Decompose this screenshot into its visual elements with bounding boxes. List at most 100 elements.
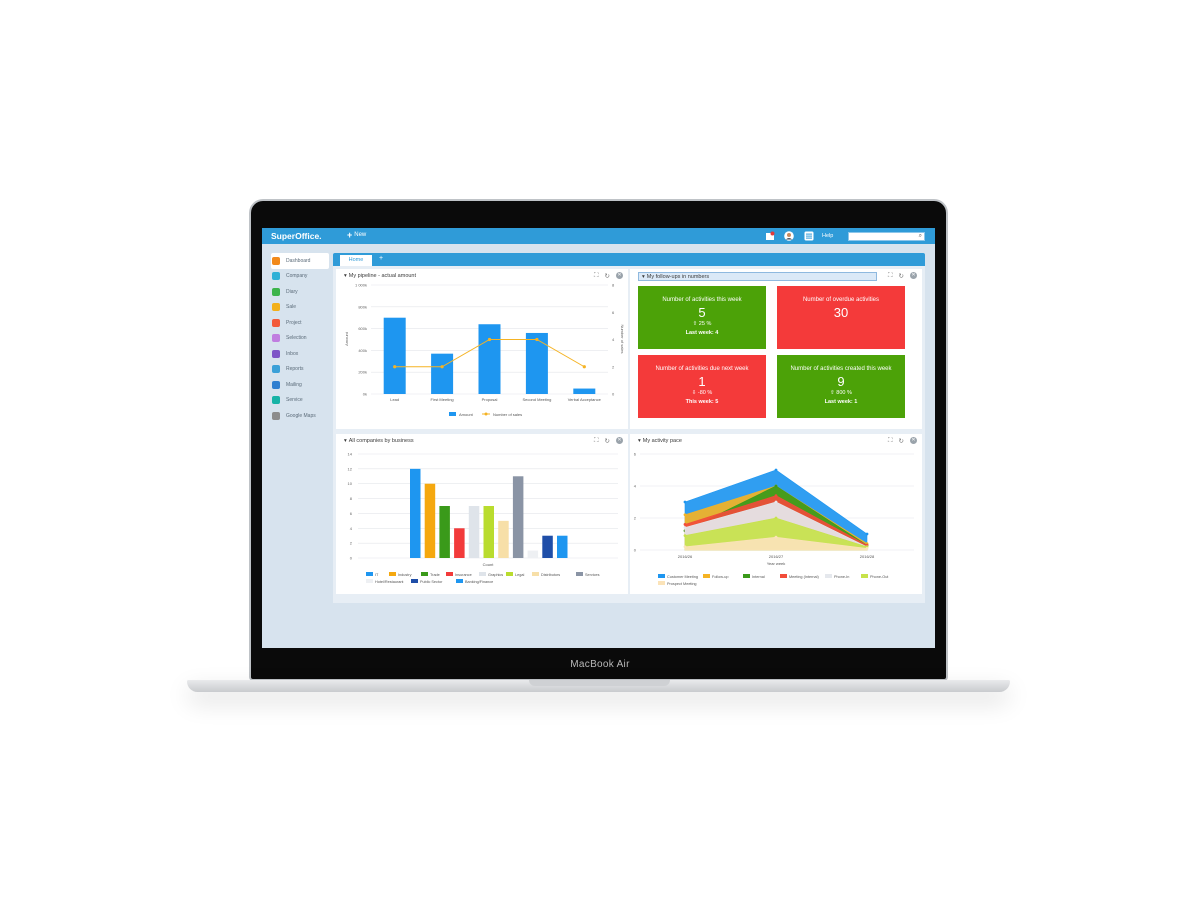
sidebar-item-company[interactable]: Company (271, 269, 329, 285)
kpi-change: ⇩ -80 % (691, 390, 713, 396)
legend-swatch (411, 579, 418, 583)
bar (542, 535, 553, 558)
avatar[interactable] (784, 231, 794, 241)
kpi-value: 5 (698, 305, 706, 320)
legend-label: Graphics (488, 573, 503, 577)
legend-label: Distributors (541, 573, 560, 577)
y-tick-label: 400k (358, 348, 367, 353)
kpi-tile[interactable]: Number of overdue activities 30 (777, 286, 905, 349)
sidebar-item-label: Reports (286, 366, 304, 373)
sidebar-item-label: Google Maps (286, 412, 316, 419)
tab-home[interactable]: Home (340, 255, 372, 266)
x-tick-label: 2016/26 (678, 554, 693, 559)
y-tick-label: 0 (350, 556, 353, 561)
tab-strip: Home + (333, 253, 925, 266)
expand-icon[interactable]: ⛶ (888, 272, 893, 280)
pipeline-chart: 0k 200k 400k 600k 800k 1 000k 0 2 4 6 8 Amount Numbe… (344, 283, 625, 418)
screen: SuperOffice. + New Help ⌕ Dashboard Compa… (262, 228, 935, 648)
bar (410, 468, 421, 558)
legend-swatch (532, 572, 539, 576)
y-tick-label: 2 (350, 541, 353, 546)
sidebar-item-google-maps[interactable]: Google Maps (271, 408, 329, 424)
app-logo[interactable]: SuperOffice. (271, 231, 322, 241)
kpi-title: Number of activities created this week (790, 366, 892, 372)
search-input[interactable]: ⌕ (848, 232, 925, 241)
legend-swatch (456, 579, 463, 583)
bar (431, 353, 454, 394)
area-point (683, 534, 687, 537)
bar (424, 483, 436, 558)
x-tick-label: 2016/27 (769, 554, 784, 559)
project-icon (272, 318, 280, 327)
panel-tools: ⛶ ↻ ✕ (888, 272, 917, 280)
y-tick-label: 2 (634, 516, 637, 521)
kpi-change: ⇧ 25 % (692, 321, 712, 327)
sidebar-item-sale[interactable]: Sale (271, 300, 329, 316)
sidebar-item-reports[interactable]: Reports (271, 362, 329, 378)
legend-swatch (389, 572, 396, 576)
kpi-value: 9 (837, 374, 845, 389)
x-tick-label: Lead (390, 397, 399, 402)
panel-title-text: My follow-ups in numbers (646, 273, 710, 280)
companies-chart: 0 2 4 6 8 10 12 14 Count IT Industry Trade Insurance… (348, 452, 618, 584)
sidebar-item-mailing[interactable]: Mailing (271, 377, 329, 393)
y2-axis-label: Number of sales (620, 324, 625, 353)
new-button[interactable]: + New (347, 230, 366, 240)
notifications-icon[interactable] (765, 231, 775, 241)
followups-panel-title[interactable]: ▾ My follow-ups in numbers (638, 272, 877, 281)
diary-icon (272, 287, 280, 296)
sale-icon (272, 303, 280, 312)
y-axis-label: Amount (344, 331, 349, 346)
y2-tick-label: 8 (612, 283, 615, 288)
y-tick-label: 6 (634, 452, 637, 457)
legend-label: Internal (752, 575, 765, 579)
menu-icon[interactable] (804, 231, 814, 241)
refresh-icon[interactable]: ↻ (899, 272, 904, 280)
plus-icon: + (347, 230, 353, 240)
bar (557, 535, 568, 558)
x-axis-label: Year week (767, 561, 786, 566)
close-icon[interactable]: ✕ (910, 272, 917, 279)
x-axis-label: Count (483, 562, 495, 567)
y-tick-label: 10 (348, 481, 353, 486)
dashboard-icon (272, 256, 280, 265)
line-point (535, 337, 539, 342)
bar (527, 550, 539, 558)
bar (512, 476, 524, 558)
y-tick-label: 6 (350, 511, 353, 516)
area-point (774, 516, 778, 520)
sidebar-item-project[interactable]: Project (271, 315, 329, 331)
legend-swatch (703, 574, 710, 578)
legend-swatch (449, 412, 456, 416)
area-point (865, 547, 869, 550)
kpi-tile[interactable]: Number of activities this week 5 ⇧ 25 % Las… (638, 286, 766, 349)
legend-label: Phone-Out (870, 575, 889, 579)
add-tab-button[interactable]: + (379, 255, 383, 262)
y2-tick-label: 2 (612, 364, 615, 369)
sidebar-item-dashboard[interactable]: Dashboard (271, 253, 329, 269)
help-link[interactable]: Help (822, 233, 833, 239)
sidebar-item-diary[interactable]: Diary (271, 284, 329, 300)
y-tick-label: 800k (358, 304, 367, 309)
sidebar-item-selection[interactable]: Selection (271, 331, 329, 347)
legend-swatch (825, 574, 832, 578)
sidebar-item-inbox[interactable]: Inbox (271, 346, 329, 362)
y-tick-label: 200k (358, 370, 367, 375)
sidebar-item-label: Inbox (286, 350, 299, 357)
sidebar-item-label: Company (286, 273, 308, 280)
sidebar-item-label: Service (286, 397, 303, 404)
legend-swatch (479, 572, 486, 576)
area-point (683, 523, 687, 526)
companies-panel: ▾ All companies by business ⛶ ↻ ✕ 024681… (336, 434, 628, 594)
kpi-tile[interactable]: Number of activities created this week 9 ⇧… (777, 355, 905, 418)
y-tick-label: 8 (350, 496, 353, 501)
legend-label: Prospect Meeting (667, 582, 697, 586)
kpi-footer: Last week: 1 (824, 399, 858, 405)
sidebar-item-label: Sale (286, 304, 297, 311)
collapse-icon[interactable]: ▾ (642, 274, 645, 280)
sidebar-item-service[interactable]: Service (271, 393, 329, 409)
legend-label: Services (585, 573, 600, 577)
kpi-tile[interactable]: Number of activities due next week 1 ⇩ -80… (638, 355, 766, 418)
followups-panel: ▾ My follow-ups in numbers ⛶ ↻ ✕ Number … (630, 269, 922, 429)
search-icon[interactable]: ⌕ (919, 233, 922, 240)
